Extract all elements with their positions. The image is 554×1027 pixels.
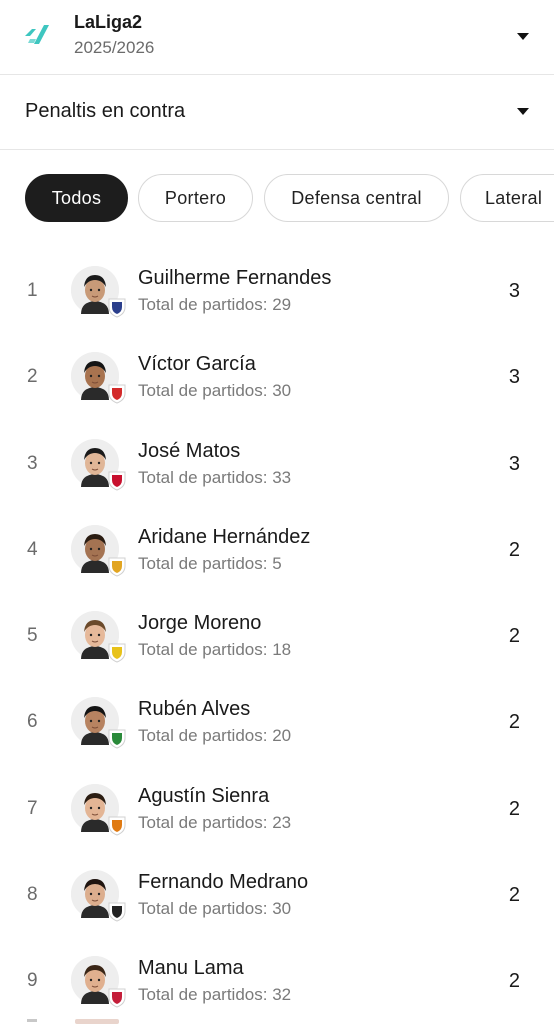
list-item[interactable]: 3 José Matos Total de partidos: 33 3 bbox=[0, 423, 554, 509]
list-item[interactable]: 5 Jorge Moreno Total de partidos: 18 2 bbox=[0, 595, 554, 681]
club-crest-icon bbox=[108, 471, 126, 491]
player-name: Guilherme Fernandes bbox=[138, 267, 332, 289]
player-matches: Total de partidos: 33 bbox=[138, 467, 292, 487]
player-name: Fernando Medrano bbox=[138, 871, 309, 894]
player-matches: Total de partidos: 20 bbox=[138, 726, 292, 746]
club-crest-icon bbox=[108, 384, 126, 404]
list-item[interactable]: 7 Agustín Sienra Total de partidos: 23 2 bbox=[0, 768, 554, 854]
penalties-against-value: 2 bbox=[508, 538, 520, 561]
list-item[interactable]: 9 Manu Lama Total de partidos: 32 2 bbox=[0, 940, 554, 1026]
stat-selector[interactable]: Penaltis en contra bbox=[0, 75, 554, 150]
player-rank: 9 bbox=[27, 970, 38, 992]
filter-chip-defensa-central[interactable]: Defensa central bbox=[264, 174, 449, 222]
player-rank: 6 bbox=[27, 711, 38, 733]
player-matches: Total de partidos: 29 bbox=[138, 295, 292, 314]
player-name: Jorge Moreno bbox=[138, 612, 262, 635]
league-name: LaLiga2 bbox=[74, 12, 143, 32]
player-rank: 5 bbox=[27, 625, 38, 647]
club-crest-icon bbox=[108, 557, 126, 577]
list-item[interactable]: 2 Víctor García Total de partidos: 30 3 bbox=[0, 336, 554, 422]
club-crest-icon bbox=[108, 298, 126, 318]
player-rank: 7 bbox=[27, 797, 38, 819]
league-selector[interactable]: LaLiga2 2025/2026 bbox=[0, 0, 554, 75]
penalties-against-value: 3 bbox=[508, 366, 520, 389]
player-name: Rubén Alves bbox=[138, 698, 251, 721]
player-matches: Total de partidos: 30 bbox=[138, 899, 292, 919]
player-ranking-list: 1 Guilherme Fernandes Total de partidos:… bbox=[0, 250, 554, 1027]
filter-chip-lateral[interactable]: Lateral bbox=[460, 174, 554, 222]
club-crest-icon bbox=[108, 988, 126, 1008]
player-matches: Total de partidos: 18 bbox=[138, 640, 292, 660]
player-matches: Total de partidos: 30 bbox=[138, 381, 292, 401]
player-rank: 1 bbox=[27, 280, 38, 301]
player-matches: Total de partidos: 32 bbox=[138, 985, 292, 1005]
player-rank: 4 bbox=[27, 538, 38, 560]
filter-chip-todos[interactable]: Todos bbox=[25, 174, 128, 222]
penalties-against-value: 3 bbox=[508, 452, 520, 475]
laliga-logo-icon bbox=[25, 25, 49, 44]
chevron-down-icon[interactable] bbox=[517, 108, 529, 115]
list-item[interactable]: 1 Guilherme Fernandes Total de partidos:… bbox=[0, 250, 554, 336]
club-crest-icon bbox=[108, 729, 126, 750]
player-name: Víctor García bbox=[138, 353, 256, 376]
club-crest-icon bbox=[108, 643, 126, 663]
player-name: Aridane Hernández bbox=[138, 525, 311, 548]
list-item[interactable]: 6 Rubén Alves Total de partidos: 20 2 bbox=[0, 681, 554, 767]
position-filter-bar: Todos Portero Defensa central Lateral bbox=[0, 174, 554, 224]
player-matches: Total de partidos: 5 bbox=[138, 553, 282, 573]
penalties-against-value: 2 bbox=[508, 970, 520, 993]
club-crest-icon bbox=[108, 816, 126, 836]
list-item[interactable]: 8 Fernando Medrano Total de partidos: 30… bbox=[0, 854, 554, 940]
player-rank: 8 bbox=[27, 884, 38, 906]
player-matches: Total de partidos: 23 bbox=[138, 812, 292, 832]
stat-selector-label: Penaltis en contra bbox=[25, 100, 186, 122]
player-rank: 3 bbox=[27, 452, 38, 474]
list-next-row-partial bbox=[0, 1019, 554, 1024]
list-item[interactable]: 4 Aridane Hernández Total de partidos: 5… bbox=[0, 509, 554, 595]
player-rank: 2 bbox=[27, 366, 38, 388]
club-crest-icon bbox=[108, 902, 126, 922]
player-name: Agustín Sienra bbox=[138, 784, 270, 807]
league-season: 2025/2026 bbox=[74, 38, 155, 57]
chevron-down-icon[interactable] bbox=[517, 33, 529, 40]
filter-chip-portero[interactable]: Portero bbox=[138, 174, 253, 222]
penalties-against-value: 2 bbox=[508, 625, 520, 648]
player-name: José Matos bbox=[138, 439, 241, 462]
penalties-against-value: 2 bbox=[508, 797, 520, 820]
player-name: Manu Lama bbox=[138, 957, 244, 980]
penalties-against-value: 3 bbox=[508, 280, 520, 302]
penalties-against-value: 2 bbox=[508, 711, 520, 734]
penalties-against-value: 2 bbox=[508, 884, 520, 907]
